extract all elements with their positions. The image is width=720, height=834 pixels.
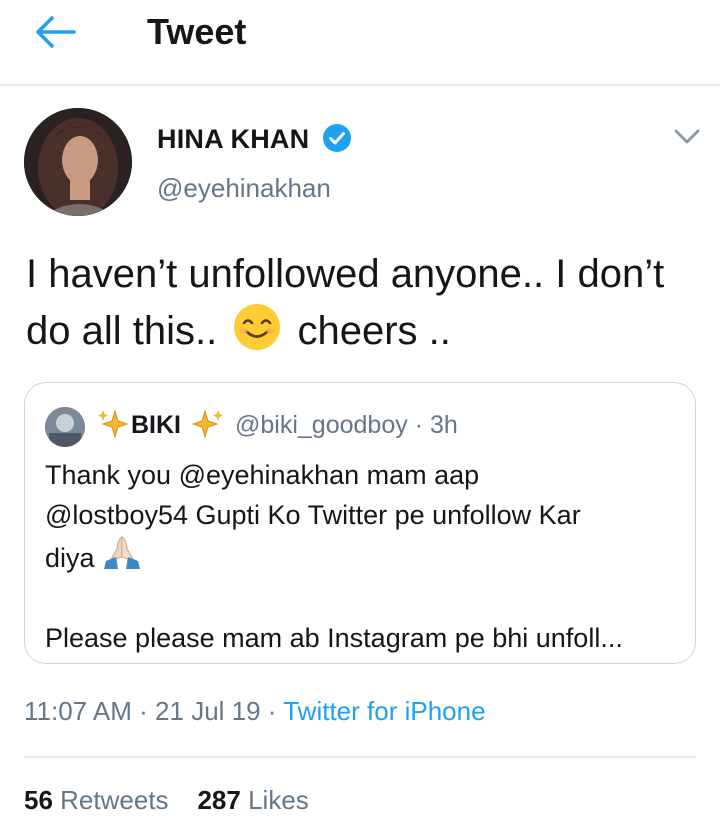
quoted-line-4: Please please mam ab Instagram pe bhi un…: [45, 623, 623, 653]
back-button[interactable]: [34, 12, 80, 52]
meta-separator: ·: [131, 696, 156, 726]
quoted-line-3-wrap: diya: [45, 535, 685, 578]
tweet-time: 11:07 AM: [24, 696, 132, 726]
tweet-source-link[interactable]: Twitter for iPhone: [283, 696, 485, 726]
retweets-stat[interactable]: 56 Retweets: [24, 785, 169, 815]
quoted-text: Thank you @eyehinakhan mam aap @lostboy5…: [45, 455, 685, 658]
quoted-tweet-card[interactable]: BIKI @biki_goodboy · 3h Thank you @eyehi…: [24, 382, 696, 664]
verified-badge-icon: [323, 124, 351, 152]
quoted-author-name: BIKI: [131, 411, 181, 439]
quoted-line-blank: [45, 578, 685, 618]
likes-count: 287: [197, 785, 241, 815]
tweet-stats: 56 Retweets 287 Likes: [24, 783, 309, 817]
quoted-time: · 3h: [414, 411, 458, 439]
divider: [24, 756, 696, 758]
tweet-text-end: cheers ..: [297, 309, 451, 353]
chevron-down-icon[interactable]: [672, 124, 702, 148]
tweet-timestamp: 11:07 AM · 21 Jul 19 · Twitter for iPhon…: [24, 694, 486, 728]
likes-label: Likes: [248, 785, 309, 815]
retweets-label: Retweets: [60, 785, 169, 815]
meta-separator: ·: [260, 696, 284, 726]
smiling-face-emoji-icon: [234, 304, 281, 350]
author-name[interactable]: HINA KHAN: [157, 122, 309, 156]
arrow-left-icon: [36, 16, 76, 48]
quoted-meta: @biki_goodboy · 3h: [235, 409, 458, 441]
tweet-text: I haven’t unfollowed anyone.. I don’t do…: [26, 246, 696, 359]
top-bar: Tweet: [0, 0, 720, 86]
page-title: Tweet: [147, 11, 247, 52]
quoted-handle: @biki_goodboy: [235, 411, 408, 439]
quoted-author-avatar: [45, 407, 85, 447]
quoted-line-1: Thank you @eyehinakhan mam aap: [45, 460, 480, 490]
tweet-date: 21 Jul 19: [155, 696, 261, 726]
sparkles-icon: [191, 409, 223, 439]
quoted-line-2: @lostboy54 Gupti Ko Twitter pe unfollow …: [45, 500, 581, 530]
sparkles-icon: [98, 409, 129, 439]
likes-stat[interactable]: 287 Likes: [197, 785, 308, 815]
folded-hands-emoji-icon: [104, 536, 141, 569]
author-avatar[interactable]: [24, 108, 132, 216]
author-handle[interactable]: @eyehinakhan: [157, 172, 331, 204]
retweets-count: 56: [24, 785, 53, 815]
quoted-line-3: diya: [45, 543, 95, 573]
